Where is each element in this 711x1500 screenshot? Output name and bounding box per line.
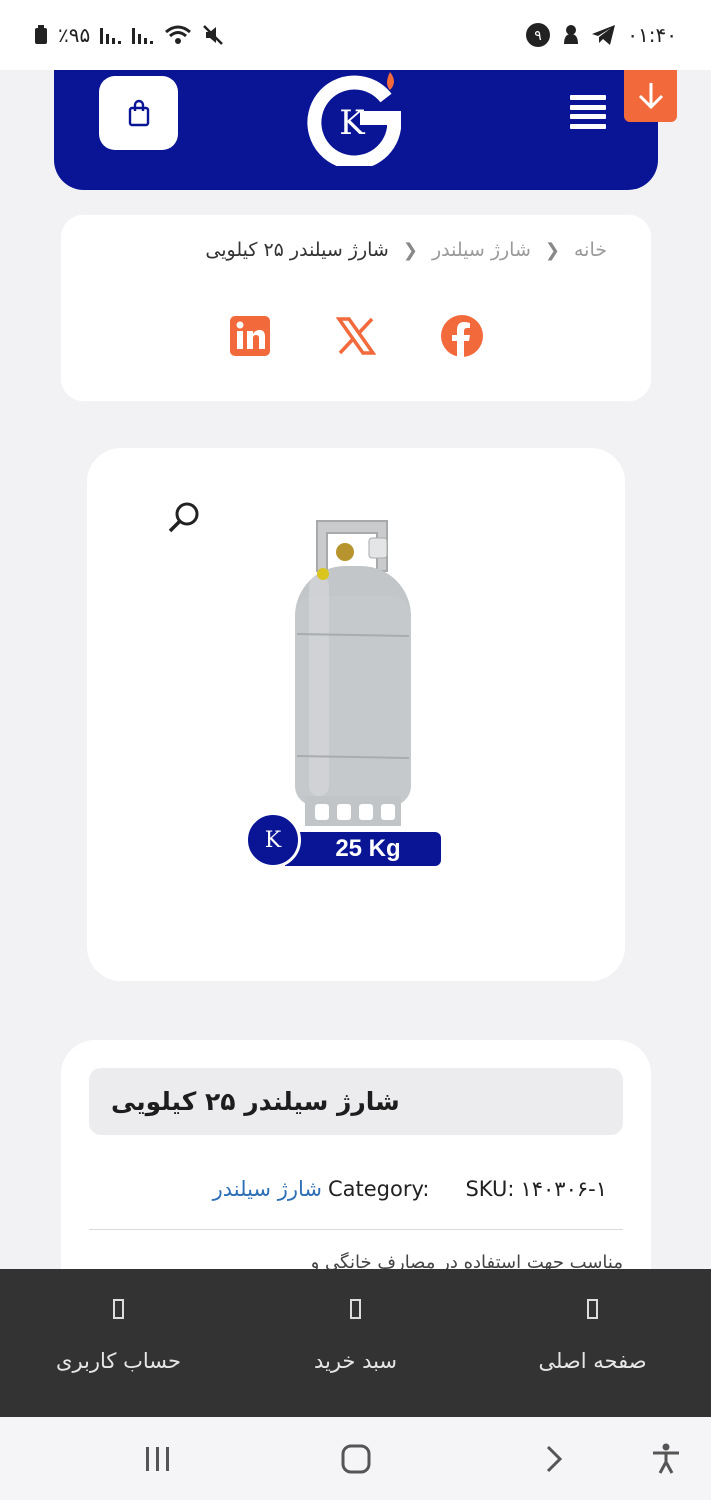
product-category: شارژ سیلندر Category:: [213, 1177, 430, 1201]
home-icon: [587, 1299, 598, 1319]
bottom-navigation: حساب کاربری سبد خرید صفحه اصلی: [0, 1269, 711, 1417]
notification-badge-text: ۹: [535, 28, 543, 44]
logo-mark: K: [307, 72, 401, 170]
breadcrumb-category[interactable]: شارژ سیلندر: [432, 239, 531, 261]
product-title: شارژ سیلندر ۲۵ کیلویی: [111, 1087, 400, 1116]
x-twitter-icon: [336, 317, 376, 355]
sku-value: ۱۴۰۳۰۶-۱: [520, 1177, 607, 1201]
menu-icon-bar: [570, 95, 606, 100]
breadcrumb-current: شارژ سیلندر ۲۵ کیلویی: [205, 239, 389, 261]
linkedin-icon: [230, 316, 270, 356]
nav-home[interactable]: صفحه اصلی: [474, 1269, 711, 1417]
nav-cart-label: سبد خرید: [313, 1349, 398, 1373]
wifi-icon: [165, 25, 192, 44]
recent-apps-icon: [146, 1447, 169, 1471]
home-button[interactable]: [336, 1439, 376, 1479]
badge-logo: K: [245, 812, 301, 868]
accessibility-button[interactable]: [646, 1439, 686, 1479]
share-linkedin[interactable]: [228, 314, 272, 358]
menu-icon-bar: [570, 114, 606, 120]
cart-button[interactable]: [99, 76, 178, 150]
back-icon: [546, 1445, 563, 1473]
share-x[interactable]: [334, 314, 378, 358]
nav-account[interactable]: حساب کاربری: [0, 1269, 237, 1417]
site-logo[interactable]: K: [306, 70, 406, 170]
system-navigation: [0, 1417, 711, 1500]
breadcrumb-card: خانه ❮ شارژ سیلندر ❮ شارژ سیلندر ۲۵ کیلو…: [61, 215, 651, 401]
arrow-down-icon: [638, 83, 663, 110]
status-left: ٪۹۵: [34, 23, 224, 47]
category-link[interactable]: شارژ سیلندر: [213, 1177, 322, 1201]
share-row: [61, 311, 651, 361]
category-label: Category:: [327, 1177, 430, 1201]
battery-icon: [35, 25, 47, 44]
sku-label: SKU:: [465, 1177, 515, 1201]
mute-icon: [203, 25, 224, 45]
chevron-left-icon: ❮: [544, 239, 560, 261]
product-title-box: شارژ سیلندر ۲۵ کیلویی: [89, 1068, 623, 1135]
status-right: ۹ ۰۱:۴۰: [525, 22, 677, 48]
breadcrumb-home[interactable]: خانه: [574, 239, 607, 261]
weight-badge-text: 25 Kg: [335, 835, 401, 862]
ghost-icon: [564, 25, 579, 44]
menu-icon-bar: [570, 104, 606, 110]
product-image-card: 25 Kg K: [87, 448, 625, 981]
accessibility-icon: [653, 1443, 679, 1474]
facebook-icon: [441, 315, 483, 357]
nav-home-label: صفحه اصلی: [538, 1349, 647, 1373]
breadcrumb: خانه ❮ شارژ سیلندر ❮ شارژ سیلندر ۲۵ کیلو…: [205, 239, 607, 261]
shopping-bag-icon: [128, 99, 149, 127]
battery-text: ٪۹۵: [58, 23, 91, 47]
signal-icon: [132, 28, 154, 44]
user-icon: [113, 1299, 124, 1319]
back-button[interactable]: [534, 1439, 574, 1479]
home-icon: [341, 1444, 371, 1474]
cart-icon: [350, 1299, 361, 1319]
signal-icon: [100, 28, 122, 44]
share-facebook[interactable]: [440, 314, 484, 358]
weight-badge: 25 Kg K: [245, 812, 441, 868]
recent-apps-button[interactable]: [138, 1439, 178, 1479]
status-bar: ٪۹۵ ۹ ۰۱:۴۰: [0, 0, 711, 70]
scroll-down-button[interactable]: [624, 70, 677, 122]
divider: [89, 1229, 623, 1230]
chevron-left-icon: ❮: [402, 239, 418, 261]
badge-logo-letter: K: [264, 827, 282, 853]
menu-icon-bar: [570, 123, 606, 129]
nav-cart[interactable]: سبد خرید: [237, 1269, 474, 1417]
notification-badge-icon: ۹: [526, 23, 551, 47]
clock: ۰۱:۴۰: [627, 23, 677, 47]
menu-button[interactable]: [568, 92, 608, 132]
nav-account-label: حساب کاربری: [56, 1349, 181, 1373]
product-meta: شارژ سیلندر Category: SKU: ۱۴۰۳۰۶-۱: [213, 1177, 607, 1201]
telegram-icon: [592, 25, 616, 45]
product-sku: SKU: ۱۴۰۳۰۶-۱: [465, 1177, 607, 1201]
site-header: K: [54, 70, 658, 190]
search-zoom-icon[interactable]: [167, 500, 203, 536]
logo-letter: K: [339, 103, 365, 143]
